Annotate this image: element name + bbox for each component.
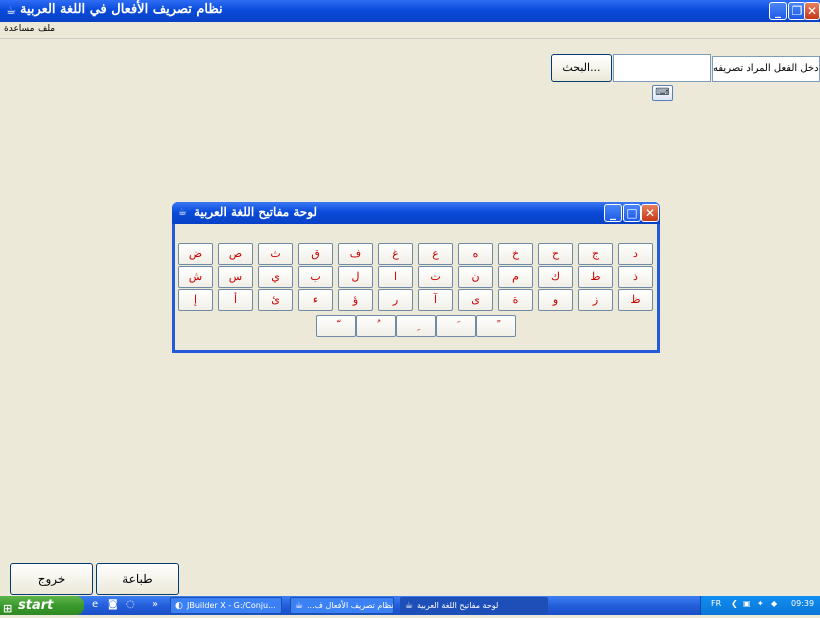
keyboard-key[interactable]: ه [458,243,493,265]
diacritic-key[interactable]: ّ [316,315,356,337]
taskbar-item-jbuilder[interactable]: ◐ JBuilder X - G:/Conju... [170,597,282,614]
network-icon[interactable]: ▣ [743,599,751,608]
keyboard-key[interactable]: ك [538,266,573,288]
dialog-close-button[interactable]: ✕ [641,204,659,222]
dialog-minimize-button[interactable]: _ [604,204,622,222]
minimize-button[interactable]: _ [769,2,787,20]
java-app-icon: ☕ [295,601,304,611]
clock: 09:39 [791,599,815,608]
security-icon[interactable]: ✦ [757,599,764,608]
keyboard-key[interactable]: غ [378,243,413,265]
media-quicklaunch-icon[interactable]: ◙ [108,599,118,610]
keyboard-key[interactable]: خ [498,243,533,265]
diacritic-key[interactable]: ِ [396,315,436,337]
keyboard-key[interactable]: ر [378,289,413,311]
keyboard-key[interactable]: م [498,266,533,288]
keyboard-key[interactable]: ع [418,243,453,265]
keyboard-dialog: ☕ لوحة مفاتيح اللغة العربية _ □ ✕ ضصثقفغ… [172,202,660,353]
close-button[interactable]: ✕ [804,2,820,20]
keyboard-key[interactable]: إ [178,289,213,311]
taskbar-item-keyboard[interactable]: ☕ لوحة مفاتيح اللغة العربية [400,597,548,614]
dialog-maximize-button[interactable]: □ [623,204,641,222]
keyboard-key[interactable]: ض [178,243,213,265]
keyboard-key[interactable]: ا [378,266,413,288]
print-button[interactable]: طباعة [96,563,179,595]
keyboard-key[interactable]: ز [578,289,613,311]
keyboard-key[interactable]: ذ [618,266,653,288]
keyboard-key[interactable]: ح [538,243,573,265]
keyboard-icon[interactable]: ⌨ [652,85,673,101]
keyboard-key[interactable]: ث [258,243,293,265]
menu-file[interactable]: ملف [38,24,55,34]
keyboard-key[interactable]: ة [498,289,533,311]
tray-arrow-icon[interactable]: ❮ [731,599,738,608]
update-icon[interactable]: ◆ [771,599,777,608]
start-button[interactable]: ⊞ start [0,596,84,615]
keyboard-key[interactable]: ش [178,266,213,288]
language-indicator[interactable]: FR [711,599,721,608]
menu-bar: مساعدة ملف [0,22,820,39]
menu-help[interactable]: مساعدة [4,24,34,34]
keyboard-panel: ضصثقفغعهخحجد شسيبلاتنمكطذ إأئءؤرآىةوزظَُِّ… [175,224,657,350]
keyboard-key[interactable]: ف [338,243,373,265]
search-button[interactable]: البحث... [551,54,612,82]
keyboard-key[interactable]: ل [338,266,373,288]
java-app-icon: ☕ [6,4,16,17]
keyboard-key[interactable]: ج [578,243,613,265]
keyboard-key[interactable]: ظ [618,289,653,311]
verb-label: دخل الفعل المراد تصريفه : [712,56,820,82]
window-title: نظام تصريف الأفعال في اللغة العربية [20,2,223,17]
keyboard-dialog-title: لوحة مفاتيح اللغة العربية [194,205,318,219]
more-quicklaunch-icon[interactable]: » [152,599,158,610]
diacritic-key[interactable]: ُ [356,315,396,337]
keyboard-key[interactable]: و [538,289,573,311]
keyboard-key[interactable]: ب [298,266,333,288]
verb-input[interactable] [613,54,711,82]
keyboard-key[interactable]: ن [458,266,493,288]
keyboard-key[interactable]: ؤ [338,289,373,311]
windows-flag-icon: ⊞ [3,602,13,615]
keyboard-key[interactable]: ئ [258,289,293,311]
jbuilder-icon: ◐ [175,601,183,611]
system-tray: FR ❮ ▣ ✦ ◆ 09:39 [700,596,820,615]
exit-button[interactable]: خروج [10,563,93,595]
diacritic-key[interactable]: َ [436,315,476,337]
keyboard-key[interactable]: ق [298,243,333,265]
start-label: start [18,598,54,613]
keyboard-key[interactable]: ط [578,266,613,288]
java-app-icon: ☕ [178,207,187,218]
browser-quicklaunch-icon[interactable]: ◌ [126,599,135,610]
diacritic-key[interactable]: ً [476,315,516,337]
keyboard-key[interactable]: س [218,266,253,288]
keyboard-dialog-titlebar: ☕ لوحة مفاتيح اللغة العربية _ □ ✕ [172,202,660,224]
ie-quicklaunch-icon[interactable]: e [92,599,98,610]
keyboard-key[interactable]: ي [258,266,293,288]
taskbar-item-conjugation[interactable]: ☕ ...نظام تصريف الأفعال ف [290,597,394,614]
keyboard-key[interactable]: ص [218,243,253,265]
java-app-icon: ☕ [405,601,414,611]
keyboard-key[interactable]: أ [218,289,253,311]
keyboard-key[interactable]: آ [418,289,453,311]
keyboard-key[interactable]: د [618,243,653,265]
title-bar: ☕ نظام تصريف الأفعال في اللغة العربية _ … [0,0,820,22]
keyboard-key[interactable]: ى [458,289,493,311]
keyboard-key[interactable]: ء [298,289,333,311]
keyboard-key[interactable]: ت [418,266,453,288]
